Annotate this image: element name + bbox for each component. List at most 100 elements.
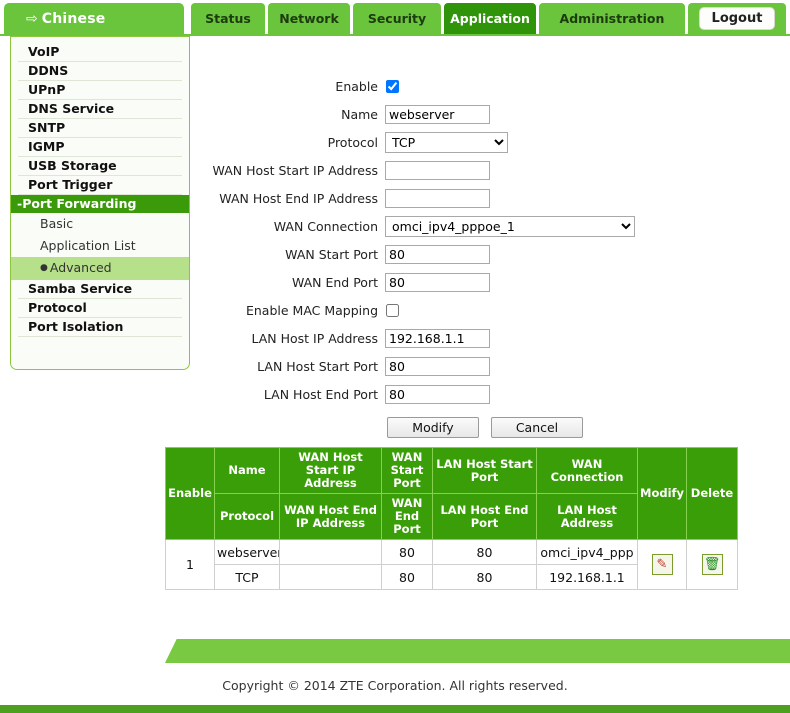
- field-row-wan-end-port: WAN End Port: [196, 272, 782, 293]
- logout-button[interactable]: Logout: [699, 7, 775, 30]
- wan-connection-select[interactable]: omci_ipv4_pppoe_1: [385, 216, 635, 237]
- name-input[interactable]: [385, 105, 490, 124]
- field-row-name: Name: [196, 104, 782, 125]
- arrow-right-icon: ⇨: [26, 10, 38, 27]
- sidebar-item-samba-service[interactable]: Samba Service: [18, 280, 182, 299]
- table-head: Enable Name WAN Host Start IP Address WA…: [165, 447, 738, 540]
- sidebar-item-port-forwarding[interactable]: -Port Forwarding: [11, 195, 189, 213]
- enable-mac-mapping-checkbox[interactable]: [386, 304, 399, 317]
- th-wan-host-start-ip: WAN Host Start IP Address: [279, 447, 382, 494]
- control-lan-host-start-port: [385, 357, 490, 376]
- sidebar-item-usb-storage[interactable]: USB Storage: [18, 157, 182, 176]
- control-lan-host-end-port: [385, 385, 490, 404]
- field-row-wan-connection: WAN Connection omci_ipv4_pppoe_1: [196, 216, 782, 237]
- cancel-button[interactable]: Cancel: [491, 417, 583, 438]
- th-name: Name: [214, 447, 280, 494]
- label-wan-host-end-ip: WAN Host End IP Address: [219, 190, 378, 206]
- label-lan-host-ip: LAN Host IP Address: [251, 330, 378, 346]
- wan-host-end-ip-input[interactable]: [385, 189, 490, 208]
- cell-protocol: TCP: [214, 564, 280, 590]
- control-lan-host-ip: [385, 329, 490, 348]
- th-enable: Enable: [165, 447, 215, 540]
- footer-decoration: [165, 639, 790, 663]
- tab-administration[interactable]: Administration: [539, 3, 685, 34]
- sidebar-item-application-list[interactable]: Application List: [18, 235, 182, 257]
- bullet-icon: ●: [40, 263, 48, 273]
- enable-checkbox[interactable]: [386, 80, 399, 93]
- sidebar-item-upnp[interactable]: UPnP: [18, 81, 182, 100]
- main-tabs: Status Network Security Application Admi…: [191, 3, 790, 34]
- sidebar-item-voip[interactable]: VoIP: [18, 43, 182, 62]
- label-lan-host-end-port: LAN Host End Port: [263, 386, 378, 402]
- pencil-icon[interactable]: ✎: [651, 554, 673, 575]
- th-wan-connection: WAN Connection: [536, 447, 638, 494]
- th-delete: Delete: [686, 447, 738, 540]
- th-wan-start-port: WAN Start Port: [381, 447, 433, 494]
- sidebar-item-ddns[interactable]: DDNS: [18, 62, 182, 81]
- tab-security[interactable]: Security: [353, 3, 441, 34]
- label-wan-end-port: WAN End Port: [291, 274, 378, 290]
- cell-delete: 🗑: [686, 539, 738, 590]
- cell-wan-host-end-ip: [279, 564, 382, 590]
- sidebar-item-igmp[interactable]: IGMP: [18, 138, 182, 157]
- control-wan-start-port: [385, 245, 490, 264]
- control-enable-mac-mapping: [385, 304, 399, 317]
- cell-wan-host-start-ip: [279, 539, 382, 565]
- table-row: 1 webserver 80 80 omci_ipv4_ppp ✎ 🗑: [165, 539, 738, 590]
- sidebar-item-advanced-label: Advanced: [49, 260, 112, 275]
- sidebar-item-port-isolation[interactable]: Port Isolation: [18, 318, 182, 337]
- port-forwarding-table-wrap: Enable Name WAN Host Start IP Address WA…: [165, 447, 738, 590]
- sidebar-item-advanced[interactable]: ● Advanced: [11, 257, 189, 280]
- language-switch[interactable]: ⇨ Chinese: [4, 3, 184, 34]
- cell-modify: ✎: [637, 539, 687, 590]
- field-row-lan-host-ip: LAN Host IP Address: [196, 328, 782, 349]
- modify-button[interactable]: Modify: [387, 417, 479, 438]
- trash-icon[interactable]: 🗑: [701, 554, 723, 575]
- control-name: [385, 105, 490, 124]
- protocol-select[interactable]: TCP: [385, 132, 508, 153]
- lan-host-ip-input[interactable]: [385, 329, 490, 348]
- field-row-protocol: Protocol TCP: [196, 132, 782, 153]
- th-protocol: Protocol: [214, 493, 280, 540]
- sidebar-list: VoIP DDNS UPnP DNS Service SNTP IGMP USB…: [11, 43, 189, 337]
- table-header-row-1: Enable Name WAN Host Start IP Address WA…: [165, 447, 738, 540]
- sidebar-item-sntp[interactable]: SNTP: [18, 119, 182, 138]
- wan-end-port-input[interactable]: [385, 273, 490, 292]
- field-row-wan-host-start-ip: WAN Host Start IP Address: [196, 160, 782, 181]
- cell-name: webserver: [214, 539, 280, 565]
- th-lan-host-start-port: LAN Host Start Port: [432, 447, 537, 494]
- sidebar-item-basic[interactable]: Basic: [18, 213, 182, 235]
- sidebar-item-port-trigger[interactable]: Port Trigger: [18, 176, 182, 195]
- field-row-wan-host-end-ip: WAN Host End IP Address: [196, 188, 782, 209]
- th-modify: Modify: [637, 447, 687, 540]
- cell-wan-connection: omci_ipv4_ppp: [536, 539, 638, 565]
- lan-host-end-port-input[interactable]: [385, 385, 490, 404]
- th-wan-end-port: WAN End Port: [381, 493, 433, 540]
- control-wan-host-start-ip: [385, 161, 490, 180]
- field-row-wan-start-port: WAN Start Port: [196, 244, 782, 265]
- field-row-lan-host-end-port: LAN Host End Port: [196, 384, 782, 405]
- lan-host-start-port-input[interactable]: [385, 357, 490, 376]
- field-row-enable-mac-mapping: Enable MAC Mapping: [196, 300, 782, 321]
- port-forwarding-form: Enable Name Protocol TCP: [196, 76, 782, 438]
- sidebar-item-dns-service[interactable]: DNS Service: [18, 100, 182, 119]
- label-wan-host-start-ip: WAN Host Start IP Address: [212, 162, 378, 178]
- wan-host-start-ip-input[interactable]: [385, 161, 490, 180]
- tab-network[interactable]: Network: [268, 3, 350, 34]
- wan-start-port-input[interactable]: [385, 245, 490, 264]
- label-wan-start-port: WAN Start Port: [285, 246, 378, 262]
- cell-wan-end-port: 80: [381, 564, 433, 590]
- sidebar: VoIP DDNS UPnP DNS Service SNTP IGMP USB…: [10, 36, 190, 370]
- control-wan-connection: omci_ipv4_pppoe_1: [385, 216, 635, 237]
- language-label: Chinese: [41, 10, 106, 27]
- top-navigation-bar: ⇨ Chinese Status Network Security Applic…: [0, 3, 790, 34]
- cell-wan-start-port: 80: [381, 539, 433, 565]
- label-protocol: Protocol: [327, 134, 378, 150]
- sidebar-item-protocol[interactable]: Protocol: [18, 299, 182, 318]
- th-lan-host-end-port: LAN Host End Port: [432, 493, 537, 540]
- footer-slash-2: [183, 639, 790, 663]
- logout-container: Logout: [688, 3, 786, 34]
- tab-status[interactable]: Status: [191, 3, 265, 34]
- cell-lan-host-start-port: 80: [432, 539, 537, 565]
- tab-application[interactable]: Application: [444, 3, 536, 34]
